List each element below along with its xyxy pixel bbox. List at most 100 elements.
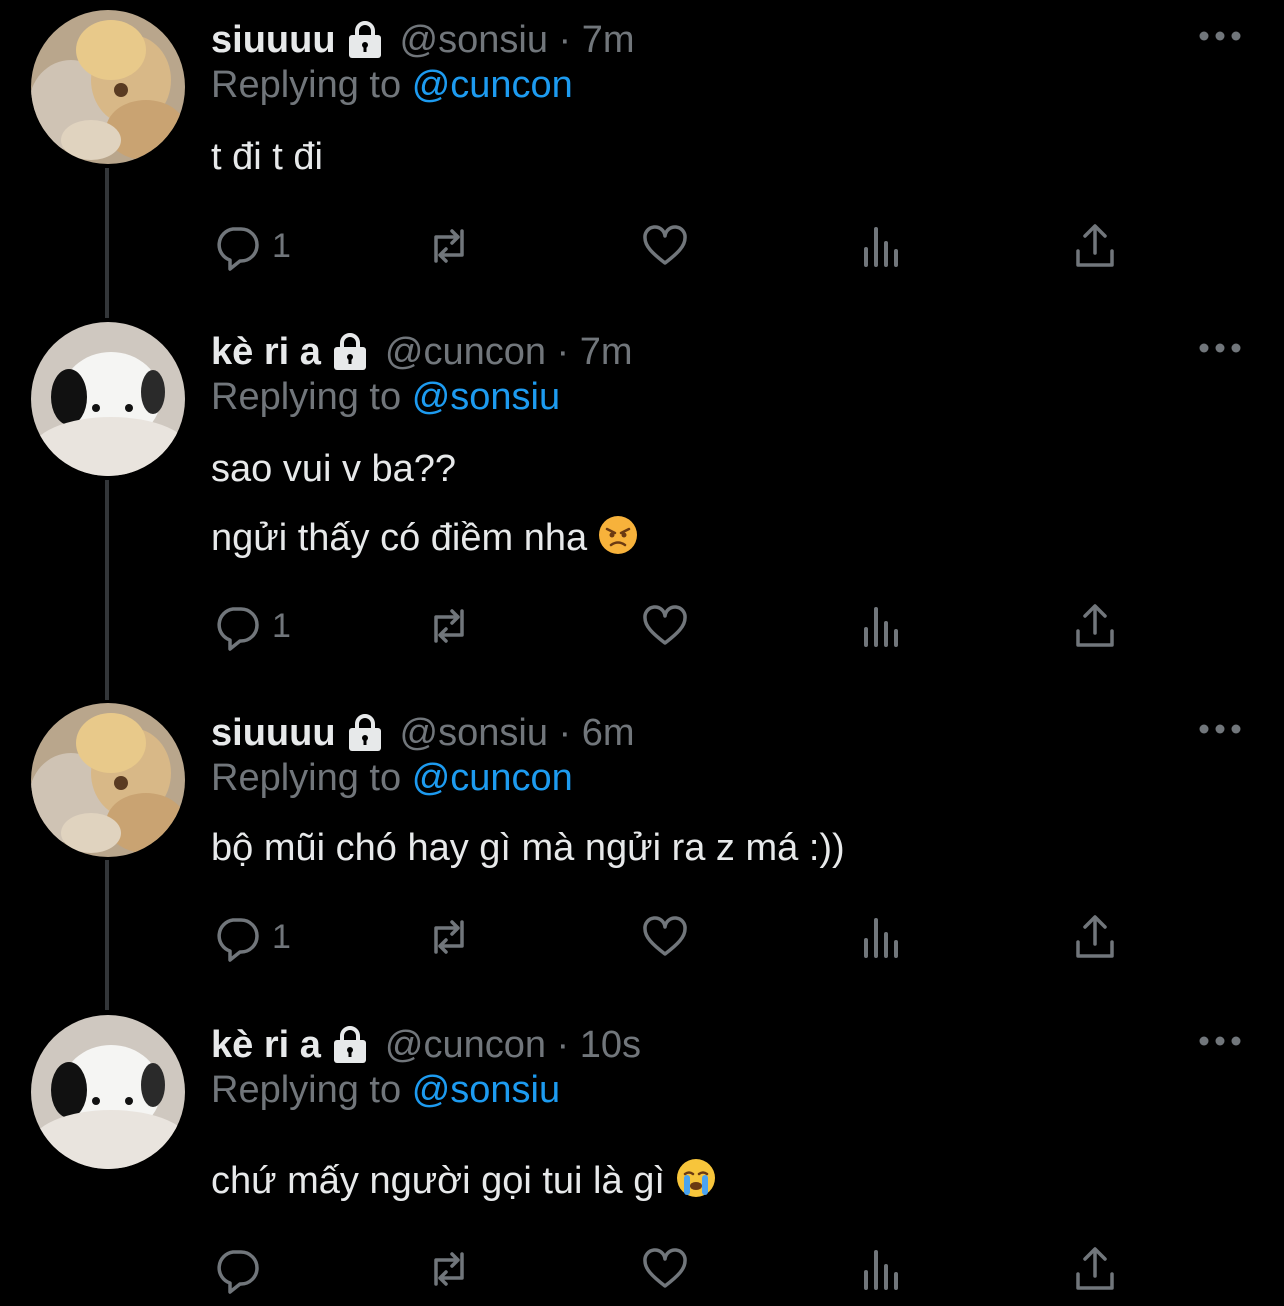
- avatar[interactable]: [31, 322, 185, 476]
- mention-link[interactable]: @cuncon: [412, 64, 573, 106]
- tweet-text-line: chứ mấy người gọi tui là gì: [211, 1157, 717, 1203]
- retweet-icon: [434, 1252, 464, 1286]
- views-button[interactable]: [856, 598, 906, 654]
- heart-icon: [643, 1248, 687, 1288]
- views-button[interactable]: [856, 218, 906, 274]
- replying-prefix: Replying to: [211, 1069, 402, 1111]
- reply-button[interactable]: 1: [212, 598, 291, 654]
- heart-icon: [643, 605, 687, 645]
- plush-puppy-avatar: [31, 1015, 185, 1169]
- handle-and-time[interactable]: @cuncon · 10s: [385, 1024, 641, 1067]
- avatar[interactable]: [31, 1015, 185, 1169]
- tweet[interactable]: kè ri a @cuncon · 7m Replying to @sonsiu…: [0, 312, 1284, 702]
- reply-icon: [217, 1250, 259, 1294]
- replying-to: Replying to @cuncon: [211, 64, 573, 107]
- handle-and-time[interactable]: @sonsiu · 7m: [400, 19, 635, 62]
- lock-icon: [329, 1024, 371, 1066]
- reply-count: 1: [272, 226, 291, 265]
- tweet-text-line-2: ngửi thấy có điềm nha: [211, 514, 639, 560]
- replying-prefix: Replying to: [211, 64, 402, 106]
- heart-icon: [643, 916, 687, 956]
- replying-to: Replying to @cuncon: [211, 757, 573, 800]
- share-button[interactable]: [1070, 598, 1120, 654]
- reply-icon: [217, 918, 259, 962]
- angry-face-emoji: [597, 514, 639, 556]
- replying-to: Replying to @sonsiu: [211, 376, 560, 419]
- share-icon: [1076, 915, 1114, 958]
- share-button[interactable]: [1070, 1241, 1120, 1297]
- replying-prefix: Replying to: [211, 376, 402, 418]
- like-button[interactable]: [640, 1241, 690, 1297]
- reply-icon: [217, 607, 259, 651]
- reply-icon: [217, 227, 259, 271]
- action-bar: [212, 1241, 1252, 1297]
- more-icon[interactable]: [1197, 336, 1243, 360]
- share-button[interactable]: [1070, 218, 1120, 274]
- retweet-icon: [434, 229, 464, 263]
- tweet-text: bộ mũi chó hay gì mà ngửi ra z má :)): [211, 827, 845, 869]
- share-button[interactable]: [1070, 909, 1120, 965]
- views-button[interactable]: [856, 909, 906, 965]
- like-button[interactable]: [640, 218, 690, 274]
- plush-bear-avatar: [31, 703, 185, 857]
- retweet-button[interactable]: [424, 598, 474, 654]
- mention-link[interactable]: @sonsiu: [412, 1069, 560, 1111]
- tweet[interactable]: siuuuu @sonsiu · 7m Replying to @cuncon …: [0, 0, 1284, 318]
- like-button[interactable]: [640, 909, 690, 965]
- lock-icon: [329, 331, 371, 373]
- reply-button[interactable]: 1: [212, 218, 291, 274]
- tweet-header: kè ri a @cuncon · 7m: [211, 326, 633, 378]
- retweet-button[interactable]: [424, 909, 474, 965]
- tweet-header: siuuuu @sonsiu · 6m: [211, 707, 635, 759]
- reply-button[interactable]: 1: [212, 909, 291, 965]
- avatar[interactable]: [31, 703, 185, 857]
- reply-count: 1: [272, 917, 291, 956]
- plush-puppy-avatar: [31, 322, 185, 476]
- replying-to: Replying to @sonsiu: [211, 1069, 560, 1112]
- action-bar: 1: [212, 909, 1252, 965]
- mention-link[interactable]: @cuncon: [412, 757, 573, 799]
- retweet-icon: [434, 609, 464, 643]
- lock-icon: [344, 712, 386, 754]
- share-icon: [1076, 224, 1114, 267]
- handle-and-time[interactable]: @cuncon · 7m: [385, 331, 633, 374]
- tweet-text: t đi t đi: [211, 136, 323, 178]
- lock-icon: [344, 19, 386, 61]
- display-name[interactable]: kè ri a: [211, 331, 321, 374]
- views-icon: [864, 227, 898, 267]
- handle-and-time[interactable]: @sonsiu · 6m: [400, 712, 635, 755]
- tweet-text: sao vui v ba??: [211, 448, 457, 490]
- reply-button[interactable]: [212, 1241, 272, 1297]
- share-icon: [1076, 604, 1114, 647]
- views-button[interactable]: [856, 1241, 906, 1297]
- tweet[interactable]: siuuuu @sonsiu · 6m Replying to @cuncon …: [0, 693, 1284, 1011]
- views-icon: [864, 1250, 898, 1290]
- retweet-icon: [434, 920, 464, 954]
- heart-icon: [643, 225, 687, 265]
- tweet[interactable]: kè ri a @cuncon · 10s Replying to @sonsi…: [0, 1005, 1284, 1306]
- mention-link[interactable]: @sonsiu: [412, 376, 560, 418]
- more-icon[interactable]: [1197, 717, 1243, 741]
- views-icon: [864, 918, 898, 958]
- tweet-text: ngửi thấy có điềm nha: [211, 517, 588, 559]
- action-bar: 1: [212, 598, 1252, 654]
- retweet-button[interactable]: [424, 218, 474, 274]
- views-icon: [864, 607, 898, 647]
- tweet-text: chứ mấy người gọi tui là gì: [211, 1160, 665, 1202]
- replying-prefix: Replying to: [211, 757, 402, 799]
- retweet-button[interactable]: [424, 1241, 474, 1297]
- reply-count: 1: [272, 606, 291, 645]
- display-name[interactable]: siuuuu: [211, 19, 336, 62]
- action-bar: 1: [212, 218, 1252, 274]
- display-name[interactable]: kè ri a: [211, 1024, 321, 1067]
- like-button[interactable]: [640, 598, 690, 654]
- tweet-header: kè ri a @cuncon · 10s: [211, 1019, 641, 1071]
- avatar[interactable]: [31, 10, 185, 164]
- display-name[interactable]: siuuuu: [211, 712, 336, 755]
- more-icon[interactable]: [1197, 24, 1243, 48]
- share-icon: [1076, 1247, 1114, 1290]
- tweet-header: siuuuu @sonsiu · 7m: [211, 14, 635, 66]
- more-icon[interactable]: [1197, 1029, 1243, 1053]
- plush-bear-avatar: [31, 10, 185, 164]
- crying-face-emoji: [675, 1157, 717, 1199]
